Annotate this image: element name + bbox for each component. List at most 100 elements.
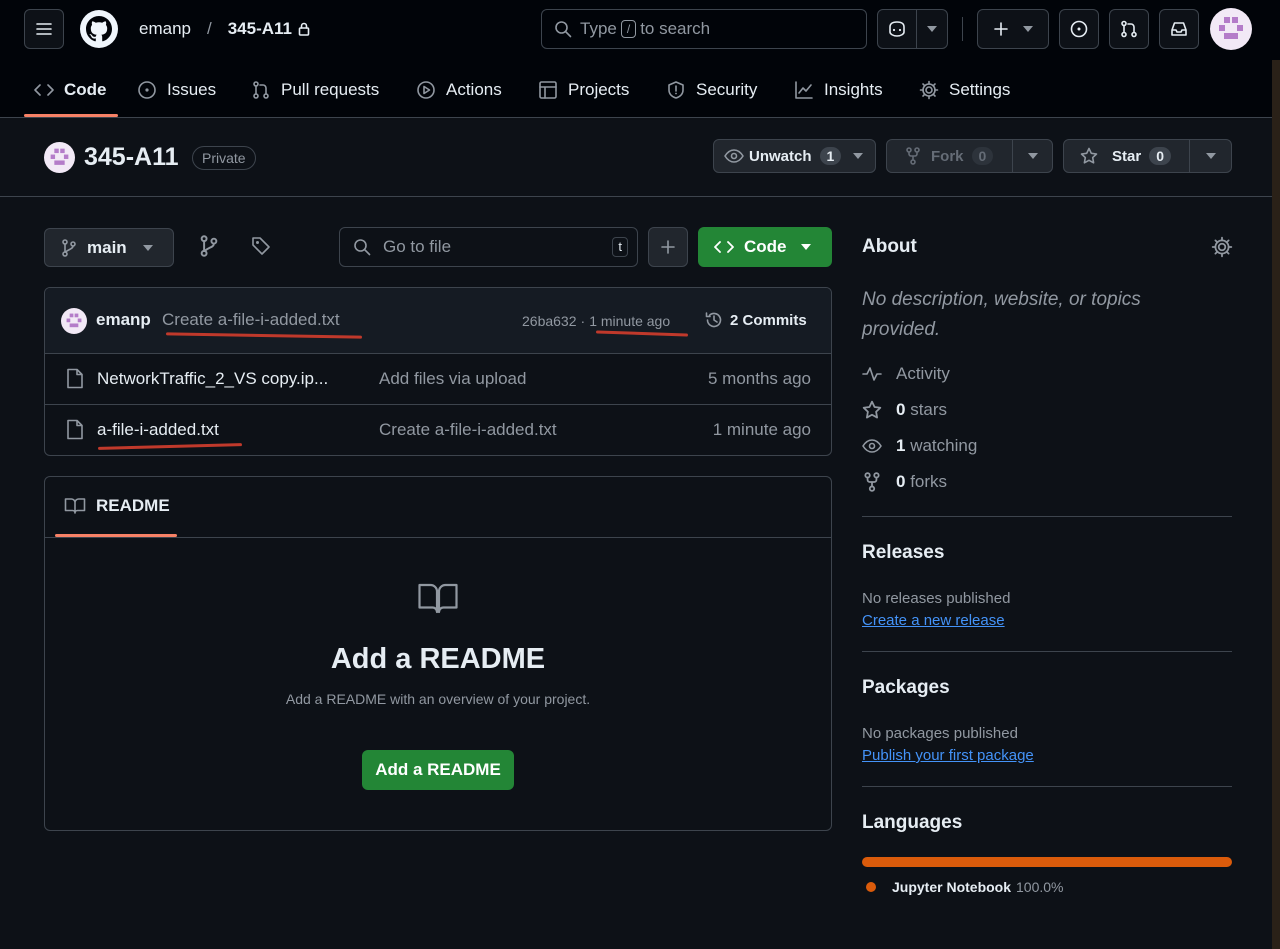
file-commit-message[interactable]: Add files via upload <box>379 369 526 389</box>
publish-package-link[interactable]: Publish your first package <box>862 747 1034 764</box>
commits-history-link[interactable]: 2 Commits <box>704 310 807 330</box>
fork-button[interactable]: Fork 0 <box>886 139 1053 173</box>
releases-title[interactable]: Releases <box>862 542 944 564</box>
pull-requests-shortcut-button[interactable] <box>1109 9 1149 49</box>
pull-request-icon <box>1120 20 1138 38</box>
issue-circle-icon <box>137 80 157 100</box>
watching-link[interactable]: 1 watching <box>862 436 977 456</box>
stars-count: 0 <box>896 400 906 419</box>
tags-button[interactable] <box>250 235 274 259</box>
fork-icon <box>905 147 921 165</box>
commit-author[interactable]: emanp <box>96 310 151 330</box>
star-button[interactable]: Star 0 <box>1063 139 1232 173</box>
file-updated-time: 5 months ago <box>707 369 811 388</box>
fork-label: Fork <box>931 147 964 165</box>
code-icon <box>714 240 734 254</box>
repo-title[interactable]: 345-A11 <box>84 143 179 172</box>
about-description: No description, website, or topics provi… <box>862 289 1141 340</box>
stars-link[interactable]: 0 stars <box>862 400 947 420</box>
tab-issues[interactable]: Issues <box>137 78 216 102</box>
chevron-down-icon <box>142 244 153 251</box>
unwatch-label: Unwatch <box>749 147 812 165</box>
add-file-button[interactable] <box>648 227 688 267</box>
issues-shortcut-button[interactable] <box>1059 9 1099 49</box>
tab-pull-requests[interactable]: Pull requests <box>251 78 379 102</box>
file-commit-message[interactable]: Create a-file-i-added.txt <box>379 420 557 440</box>
forks-count: 0 <box>896 472 906 491</box>
inbox-icon <box>1170 21 1188 37</box>
tab-label: Code <box>64 80 107 99</box>
watching-label: watching <box>910 436 978 455</box>
tab-label: Issues <box>167 80 217 99</box>
eye-icon <box>862 439 882 453</box>
language-name: Jupyter Notebook <box>892 879 1012 895</box>
table-icon <box>538 80 558 100</box>
forks-label: forks <box>910 472 948 491</box>
packages-title[interactable]: Packages <box>862 677 950 699</box>
tab-label: Projects <box>568 80 630 99</box>
star-count: 0 <box>1149 147 1171 165</box>
search-shortcut-key: / <box>620 20 637 38</box>
shield-icon <box>666 80 686 100</box>
readme-tab[interactable]: README <box>64 496 170 516</box>
background-window-edge <box>1272 60 1280 949</box>
chevron-down-icon[interactable] <box>1013 153 1052 159</box>
branches-button[interactable] <box>198 235 222 259</box>
pulse-icon <box>862 365 882 383</box>
tab-projects[interactable]: Projects <box>538 78 629 102</box>
gear-icon <box>919 80 939 100</box>
chevron-down-icon[interactable] <box>917 26 947 32</box>
user-avatar[interactable] <box>1210 8 1252 50</box>
tab-security[interactable]: Security <box>666 78 757 102</box>
menu-button[interactable] <box>24 9 64 49</box>
readme-tab-label: README <box>96 496 170 515</box>
breadcrumb-separator: / <box>206 19 212 38</box>
plus-icon <box>660 239 676 255</box>
search-icon <box>554 20 572 38</box>
commit-author-avatar[interactable] <box>61 308 87 334</box>
issue-circle-icon <box>1070 20 1088 38</box>
copilot-button[interactable] <box>877 9 948 49</box>
file-updated-time: 1 minute ago <box>712 420 811 439</box>
go-to-file-shortcut: t <box>612 237 628 257</box>
readme-empty-description: Add a README with an overview of your pr… <box>285 691 591 707</box>
readme-empty-heading: Add a README <box>330 643 546 675</box>
breadcrumb-owner[interactable]: emanp <box>139 19 191 39</box>
language-color-dot <box>866 882 876 892</box>
chevron-down-icon <box>800 244 811 250</box>
branch-select[interactable]: main <box>44 228 174 267</box>
about-settings-gear-icon[interactable] <box>1211 236 1233 258</box>
tab-actions[interactable]: Actions <box>416 78 502 102</box>
search-input[interactable]: Type / to search <box>541 9 867 49</box>
unwatch-button[interactable]: Unwatch 1 <box>713 139 876 173</box>
chevron-down-icon[interactable] <box>841 153 875 159</box>
language-percent: 100.0% <box>1016 879 1064 895</box>
chevron-down-icon[interactable] <box>1190 153 1231 159</box>
activity-link[interactable]: Activity <box>862 364 950 384</box>
commit-sha[interactable]: 26ba632 <box>522 313 577 329</box>
tab-active-underline <box>24 114 118 117</box>
file-name[interactable]: NetworkTraffic_2_VS copy.ip... <box>97 369 328 389</box>
tab-settings[interactable]: Settings <box>919 78 1010 102</box>
inbox-button[interactable] <box>1159 9 1199 49</box>
forks-link[interactable]: 0 forks <box>862 472 947 492</box>
sidebar-divider <box>862 786 1232 787</box>
create-new-button[interactable] <box>977 9 1049 49</box>
tab-code[interactable]: Code <box>34 78 107 102</box>
github-logo[interactable] <box>79 9 119 49</box>
commit-message[interactable]: Create a-file-i-added.txt <box>162 310 340 330</box>
add-readme-button[interactable]: Add a README <box>362 750 514 790</box>
pull-request-icon <box>251 80 271 100</box>
commit-meta: 26ba632 · 1 minute ago <box>522 313 670 329</box>
play-circle-icon <box>416 80 436 100</box>
breadcrumb-repo[interactable]: 345-A11 <box>228 19 292 39</box>
repo-owner-avatar <box>44 142 75 173</box>
go-to-file-input[interactable]: Go to file t <box>339 227 638 267</box>
file-name[interactable]: a-file-i-added.txt <box>97 420 219 440</box>
search-placeholder-post: to search <box>640 19 711 38</box>
code-dropdown-button[interactable]: Code <box>698 227 832 267</box>
create-release-link[interactable]: Create a new release <box>862 612 1005 629</box>
tab-insights[interactable]: Insights <box>794 78 883 102</box>
star-icon <box>1080 147 1098 165</box>
language-item[interactable]: Jupyter Notebook 100.0% <box>866 879 1064 895</box>
